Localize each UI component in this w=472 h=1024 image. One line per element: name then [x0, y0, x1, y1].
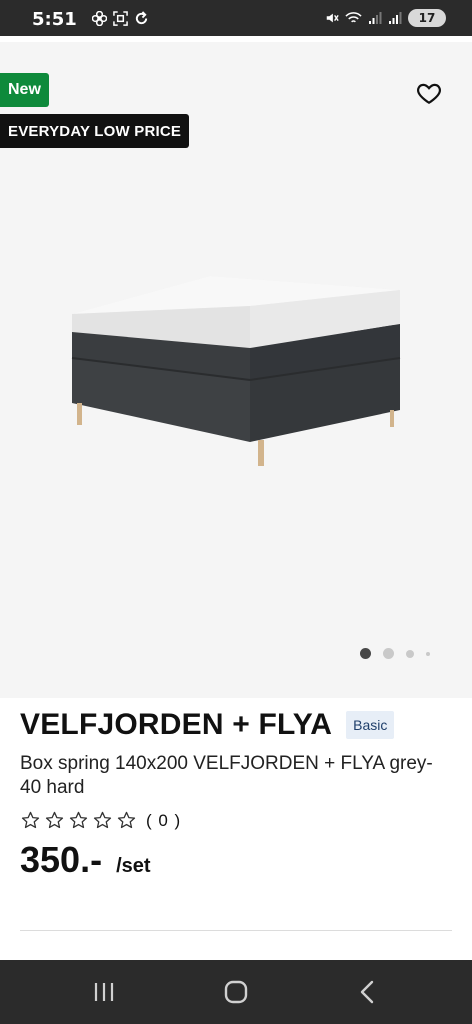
wifi-icon: [345, 12, 362, 23]
everyday-low-price-badge: EVERYDAY LOW PRICE: [0, 114, 190, 148]
favorite-heart-icon[interactable]: [416, 80, 442, 106]
review-count: ( 0 ): [146, 810, 182, 830]
rating[interactable]: ( 0 ): [20, 810, 452, 831]
product-info: VELFJORDEN + FLYA Basic Box spring 140x2…: [20, 708, 452, 881]
product-tag: Basic: [346, 711, 395, 739]
signal-icon: [369, 12, 382, 24]
status-time: 5:51: [32, 9, 77, 30]
home-icon[interactable]: [220, 976, 252, 1008]
product-image-carousel[interactable]: New EVERYDAY LOW PRICE: [0, 42, 472, 698]
carousel-dot[interactable]: [383, 648, 394, 659]
star-icon: [21, 811, 40, 829]
star-icon: [117, 811, 136, 829]
carousel-dot[interactable]: [406, 649, 414, 658]
recent-apps-icon[interactable]: [88, 976, 120, 1008]
product-description: Box spring 140x200 VELFJORDEN + FLYA gre…: [20, 753, 433, 798]
battery-icon: 17: [408, 9, 446, 27]
divider: [20, 930, 452, 931]
star-icon: [93, 811, 112, 829]
product-price: 350.-: [20, 839, 103, 880]
price-unit: /set: [116, 855, 151, 877]
product-title: VELFJORDEN + FLYA: [20, 708, 333, 741]
mute-icon: [326, 13, 339, 23]
carousel-dot[interactable]: [426, 651, 430, 656]
new-badge: New: [0, 73, 49, 107]
box-spring-bed-image: [71, 276, 401, 466]
sync-icon: [135, 11, 148, 25]
back-icon[interactable]: [352, 976, 384, 1008]
star-icon: [45, 811, 64, 829]
status-bar: 5:51 17: [0, 0, 472, 36]
star-icon: [69, 811, 88, 829]
android-navigation-bar: [0, 960, 472, 1024]
carousel-pagination: [360, 648, 430, 659]
carousel-dot-active[interactable]: [360, 648, 371, 659]
signal-icon: [389, 12, 402, 24]
fan-icon: [92, 11, 107, 26]
screenshot-icon: [113, 11, 128, 26]
